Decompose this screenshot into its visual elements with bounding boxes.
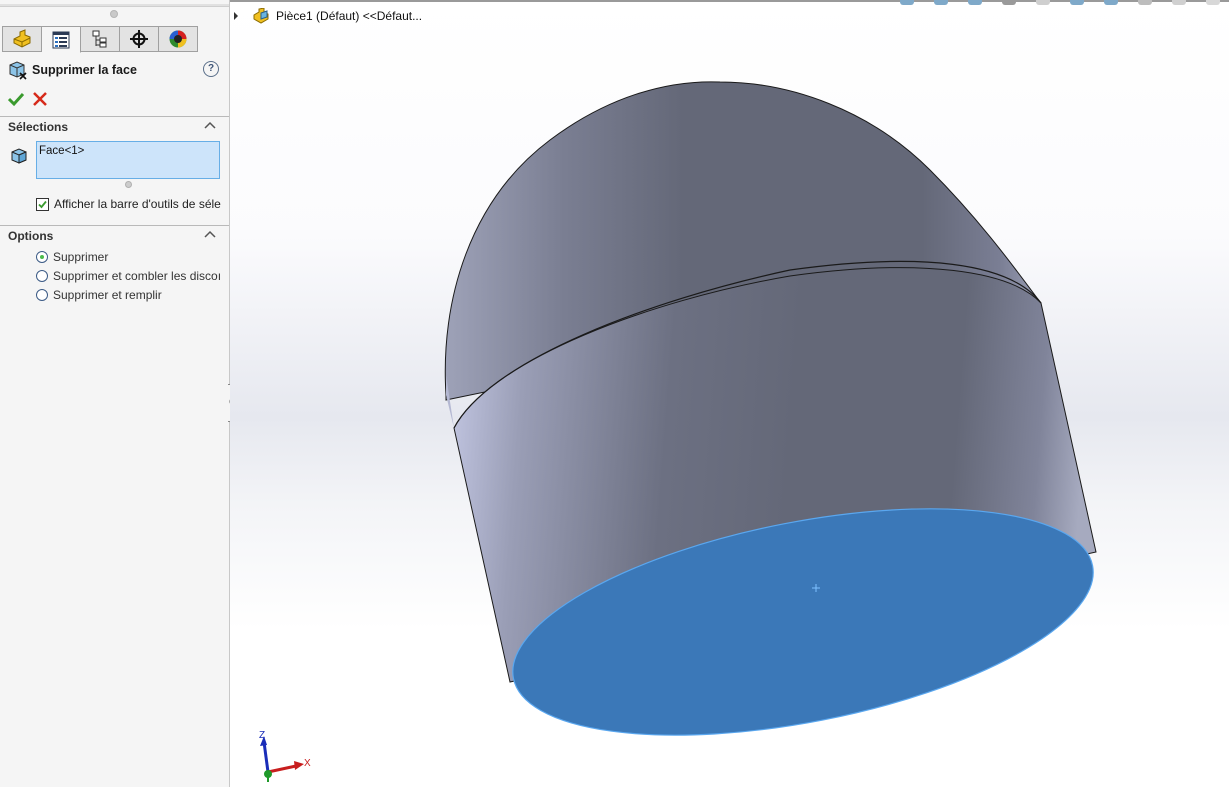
triad-z-label: Z (259, 730, 265, 741)
confirm-controls (8, 91, 48, 107)
3d-model[interactable] (230, 0, 1229, 787)
tab-configuration-manager[interactable] (81, 26, 120, 52)
appearance-icon (169, 30, 187, 48)
radio-label: Supprimer (53, 250, 109, 264)
ok-button[interactable] (8, 91, 24, 107)
radio-button[interactable] (36, 251, 48, 263)
property-manager-panel: Supprimer la face ? Sélections Face<1> A… (0, 0, 230, 787)
check-icon (38, 200, 47, 208)
list-resize-grip[interactable] (125, 181, 132, 188)
selections-section-header[interactable]: Sélections (0, 116, 229, 135)
tab-feature-manager[interactable] (2, 26, 42, 52)
feature-title-text: Supprimer la face (32, 63, 137, 77)
option-delete[interactable]: Supprimer (36, 250, 222, 264)
feature-title: Supprimer la face (8, 60, 137, 80)
radio-label: Supprimer et combler les discoı (53, 269, 222, 283)
graphics-area[interactable]: Pièce1 (Défaut) <<Défaut... Z X (230, 0, 1229, 787)
property-manager-icon (52, 31, 70, 48)
checkbox-label: Afficher la barre d'outils de séle (54, 197, 221, 211)
crosshair-icon (130, 30, 148, 48)
chevron-up-icon[interactable] (204, 120, 216, 130)
options-section-header[interactable]: Options (0, 225, 229, 244)
tab-dimxpert-manager[interactable] (120, 26, 159, 52)
reference-triad: Z X (259, 730, 311, 782)
selections-header-label: Sélections (8, 120, 69, 134)
configuration-icon (92, 30, 107, 48)
selected-face-item[interactable]: Face<1> (39, 145, 84, 157)
manager-tabs (2, 26, 198, 53)
delete-face-icon (9, 61, 27, 80)
chevron-up-icon[interactable] (204, 229, 216, 239)
option-delete-and-fill[interactable]: Supprimer et remplir (36, 288, 222, 302)
options-header-label: Options (8, 229, 54, 243)
tab-display-manager[interactable] (159, 26, 198, 52)
tab-property-manager[interactable] (42, 26, 81, 53)
radio-button[interactable] (36, 289, 48, 301)
part-icon (13, 29, 31, 48)
triad-x-label: X (304, 758, 311, 769)
cancel-button[interactable] (32, 91, 48, 107)
checkmark-icon (8, 92, 24, 107)
panel-top-divider (0, 4, 229, 7)
panel-resize-grip[interactable] (110, 10, 118, 18)
option-delete-and-patch[interactable]: Supprimer et combler les discoı (36, 269, 222, 283)
radio-label: Supprimer et remplir (53, 288, 162, 302)
show-selection-toolbar-checkbox[interactable]: Afficher la barre d'outils de séle (36, 197, 226, 211)
radio-button[interactable] (36, 270, 48, 282)
face-selection-icon (11, 148, 27, 164)
close-icon (33, 92, 47, 106)
selected-faces-list[interactable]: Face<1> (36, 141, 220, 179)
checkbox-box[interactable] (36, 197, 49, 211)
help-button[interactable]: ? (203, 61, 219, 77)
